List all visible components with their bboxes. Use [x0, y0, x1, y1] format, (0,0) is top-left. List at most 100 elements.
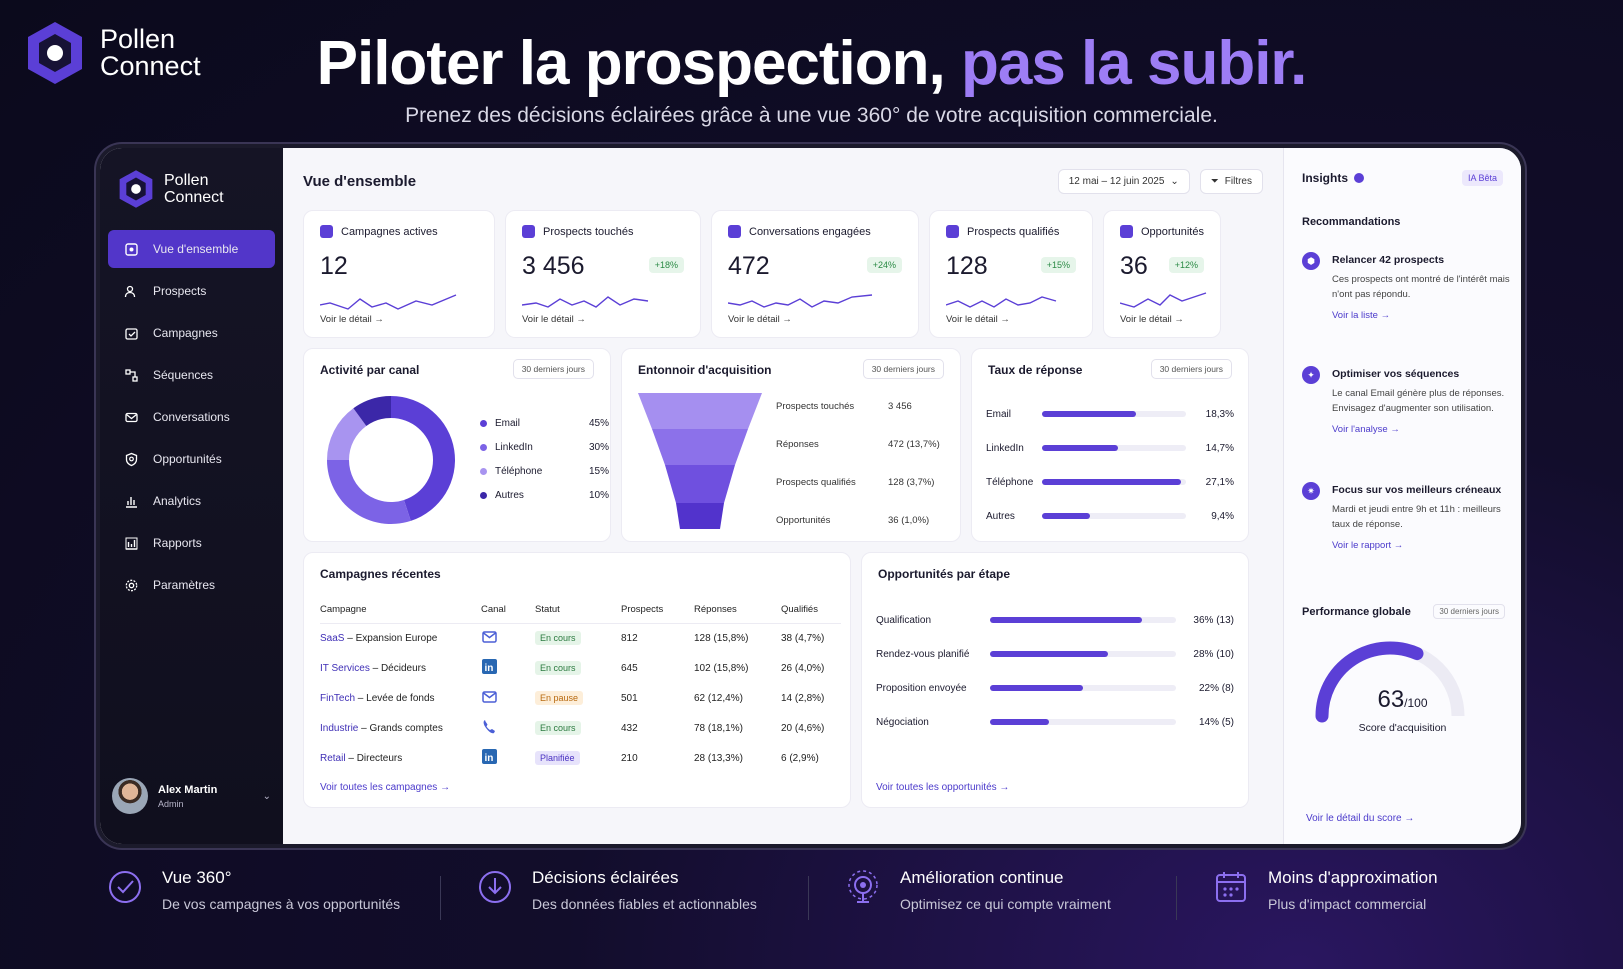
col-qualifies[interactable]: Qualifiés — [781, 597, 841, 624]
funnel-period-select[interactable]: 30 derniers jours — [862, 359, 944, 379]
col-reponses[interactable]: Réponses — [694, 597, 781, 624]
recommendation-desc: Le canal Email génère plus de réponses. … — [1332, 388, 1505, 414]
response-card: Taux de réponse 30 derniers jours Email 1… — [971, 348, 1249, 542]
bar-value: 14% (5) — [1198, 716, 1234, 728]
sidebar-item-7[interactable]: Rapports — [108, 524, 275, 562]
chevron-down-icon[interactable]: ⌄ — [263, 791, 271, 802]
legend-label: Autres — [495, 489, 524, 501]
table-row[interactable]: IT Services – Décideurs in En cours 645 102 … — [320, 653, 841, 683]
app-window: Pollen Connect Vue d'ensemble Prospects Cam… — [96, 144, 1525, 848]
bar-row: Proposition envoyée 22% (8) — [876, 681, 1234, 695]
stages-card: Opportunités par étape Qualification 36% … — [861, 552, 1249, 808]
table-row[interactable]: Retail – Directeurs in Planifiée 210 28 (13,… — [320, 743, 841, 773]
user-role: Admin — [158, 798, 184, 809]
filters-button[interactable]: ⏷ Filtres — [1199, 168, 1263, 194]
bar-label: LinkedIn — [986, 442, 1024, 454]
bar-row: Email 18,3% — [986, 407, 1234, 421]
col-statut[interactable]: Statut — [535, 597, 621, 624]
col-canal[interactable]: Canal — [481, 597, 535, 624]
info-icon[interactable] — [1354, 173, 1365, 183]
legend-dot — [480, 419, 487, 427]
table-row[interactable]: FinTech – Levée de fonds En pause 501 62 (1… — [320, 683, 841, 713]
kpi-card[interactable]: Campagnes actives 12 Voir le détail → — [303, 210, 495, 338]
campaign-title: – Décideurs — [369, 662, 426, 674]
score-detail-link[interactable]: Voir le détail du score → — [1306, 813, 1414, 824]
feature-item: Amélioration continue Optimisez ce qui co… — [844, 868, 1111, 912]
funnel-stage-1 — [638, 393, 762, 429]
kpi-label: Campagnes actives — [341, 225, 438, 238]
recommendation-item: ⬢ Relancer 42 prospects Ces prospects ont … — [1302, 252, 1511, 321]
legend-item: Email 45% — [480, 411, 609, 435]
sidebar-item-1[interactable]: Prospects — [108, 272, 275, 310]
status-badge: En cours — [535, 720, 581, 735]
col-prospects[interactable]: Prospects — [621, 597, 694, 624]
campaign-name[interactable]: IT Services – Décideurs — [320, 653, 481, 683]
response-period-select[interactable]: 30 derniers jours — [1150, 359, 1232, 379]
sidebar-item-8[interactable]: Paramètres — [108, 566, 275, 604]
all-campaigns-link[interactable]: Voir toutes les campagnes → — [320, 782, 450, 793]
sequence-icon — [125, 368, 138, 382]
svg-text:in: in — [485, 753, 494, 764]
kpi-card[interactable]: Prospects touchés 3 456 +18% Voir le détail… — [505, 210, 701, 338]
sidebar-item-4[interactable]: Conversations — [108, 398, 275, 436]
sidebar-item-5[interactable]: Opportunités — [108, 440, 275, 478]
feature-desc: Plus d'impact commercial — [1268, 896, 1427, 912]
table-row[interactable]: Industrie – Grands comptes En cours 432 78 … — [320, 713, 841, 743]
campaign-sector: IT Services — [320, 662, 370, 674]
recommendation-link[interactable]: Voir l'analyse → — [1332, 424, 1511, 435]
recommendation-title: Optimiser vos séquences — [1332, 368, 1460, 380]
legend-value: 30% — [588, 441, 609, 453]
campaign-name[interactable]: FinTech – Levée de fonds — [320, 683, 481, 713]
sidebar: Pollen Connect Vue d'ensemble Prospects Cam… — [100, 148, 283, 844]
kpi-detail-link[interactable]: Voir le détail → — [946, 314, 1010, 325]
sidebar-item-6[interactable]: Analytics — [108, 482, 275, 520]
campaign-responses: 102 (15,8%) — [694, 662, 749, 674]
funnel-title: Entonnoir d'acquisition — [638, 363, 772, 377]
table-header-row: Campagne Canal Statut Prospects Réponses… — [320, 597, 841, 624]
kpi-icon — [1120, 225, 1133, 238]
recommendation-link[interactable]: Voir la liste → — [1332, 310, 1511, 321]
score-max: /100 — [1404, 696, 1428, 710]
campaign-name[interactable]: Retail – Directeurs — [320, 743, 481, 773]
kpi-card[interactable]: Prospects qualifiés 128 +15% Voir le détail… — [929, 210, 1093, 338]
activity-period-select[interactable]: 30 derniers jours — [512, 359, 594, 379]
campaign-status: En cours — [535, 713, 621, 743]
campaign-responses: 78 (18,1%) — [694, 722, 743, 734]
date-range-select[interactable]: 12 mai – 12 juin 2025 ⌄ — [1057, 168, 1190, 194]
sidebar-item-2[interactable]: Campagnes — [108, 314, 275, 352]
kpi-card[interactable]: Opportunités 36 +12% Voir le détail → — [1103, 210, 1221, 338]
main-content: Vue d'ensemble 12 mai – 12 juin 2025 ⌄ ⏷ F… — [283, 148, 1283, 844]
user-menu[interactable]: Alex Martin Admin ⌄ — [112, 778, 271, 814]
channel-donut-chart — [327, 396, 455, 524]
funnel-stage-value: 36 (1,0%) — [888, 515, 930, 526]
kpi-detail-link[interactable]: Voir le détail → — [320, 314, 384, 325]
sidebar-nav: Vue d'ensemble Prospects Campagnes Séquence… — [108, 230, 275, 604]
kpi-icon — [320, 225, 333, 238]
campaign-channel: in — [481, 653, 535, 683]
recommendation-link[interactable]: Voir le rapport → — [1332, 540, 1511, 551]
campaign-name[interactable]: Industrie – Grands comptes — [320, 713, 481, 743]
legend-label: Téléphone — [495, 465, 543, 477]
hero: Piloter la prospection, pas la subir. Pr… — [0, 28, 1623, 128]
sidebar-item-0[interactable]: Vue d'ensemble — [108, 230, 275, 268]
campaign-name[interactable]: SaaS – Expansion Europe — [320, 623, 481, 653]
table-row[interactable]: SaaS – Expansion Europe En cours 812 128 (1… — [320, 623, 841, 653]
legend-label: LinkedIn — [495, 441, 533, 453]
kpi-detail-link[interactable]: Voir le détail → — [728, 314, 792, 325]
col-campagne[interactable]: Campagne — [320, 597, 481, 624]
kpi-card[interactable]: Conversations engagées 472 +24% Voir le dét… — [711, 210, 919, 338]
bar-fill — [990, 651, 1109, 657]
campaign-sector: Retail — [320, 752, 346, 764]
sidebar-item-3[interactable]: Séquences — [108, 356, 275, 394]
kpi-label: Conversations engagées — [749, 225, 871, 238]
kpi-detail-link[interactable]: Voir le détail → — [522, 314, 586, 325]
funnel-stage-value: 472 (13,7%) — [888, 439, 940, 450]
all-opportunities-link[interactable]: Voir toutes les opportunités → — [876, 782, 1009, 793]
kpi-detail-link[interactable]: Voir le détail → — [1120, 314, 1184, 325]
kpi-sparkline — [320, 294, 457, 310]
performance-period[interactable]: 30 derniers jours — [1433, 604, 1505, 619]
campaigns-card: Campagnes récentes Campagne Canal Statut… — [303, 552, 851, 808]
gear-icon — [125, 579, 138, 591]
sidebar-item-label: Opportunités — [153, 452, 222, 466]
kpi-trend-badge: +12% — [1168, 257, 1204, 273]
